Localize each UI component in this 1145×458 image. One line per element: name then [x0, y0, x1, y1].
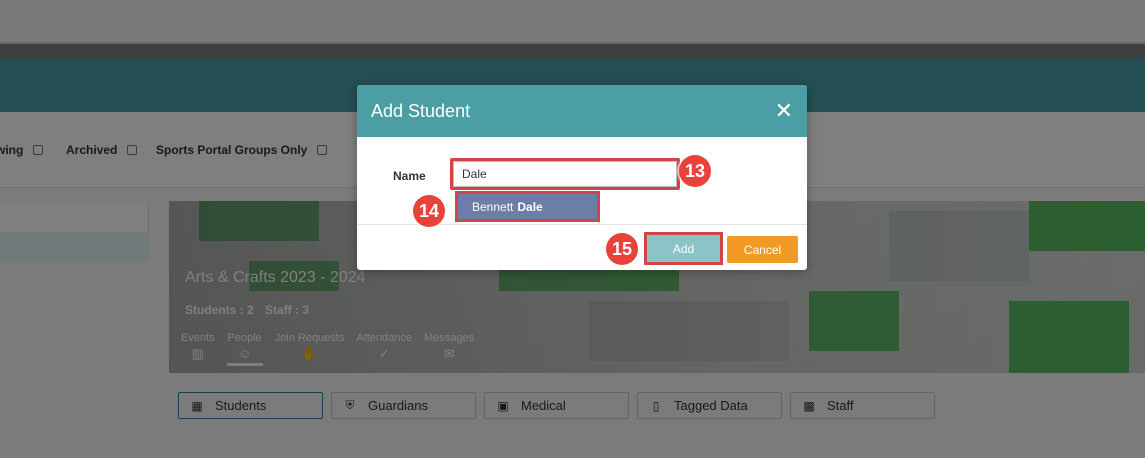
suggestion-first-name: Bennett	[472, 199, 514, 214]
cancel-button[interactable]: Cancel	[727, 236, 798, 263]
suggestion-item[interactable]: Bennett Dale	[458, 194, 597, 219]
step-marker-13: 13	[679, 155, 711, 187]
suggestion-match: Dale	[517, 199, 543, 214]
add-student-dialog: Add Student ✕ Name Bennett Dale Add Canc…	[357, 85, 807, 270]
step-marker-15: 15	[606, 233, 638, 265]
dialog-header: Add Student ✕	[357, 85, 807, 137]
add-button[interactable]: Add	[647, 235, 720, 262]
name-input[interactable]	[453, 161, 677, 187]
close-icon[interactable]: ✕	[775, 100, 793, 122]
dialog-footer: Add Cancel	[357, 225, 807, 270]
step-marker-14: 14	[413, 195, 445, 227]
add-button-highlight: Add	[644, 232, 723, 265]
name-input-highlight	[450, 158, 680, 190]
dialog-title: Add Student	[371, 100, 471, 121]
name-label: Name	[393, 169, 426, 183]
suggestion-highlight: Bennett Dale	[455, 191, 600, 222]
